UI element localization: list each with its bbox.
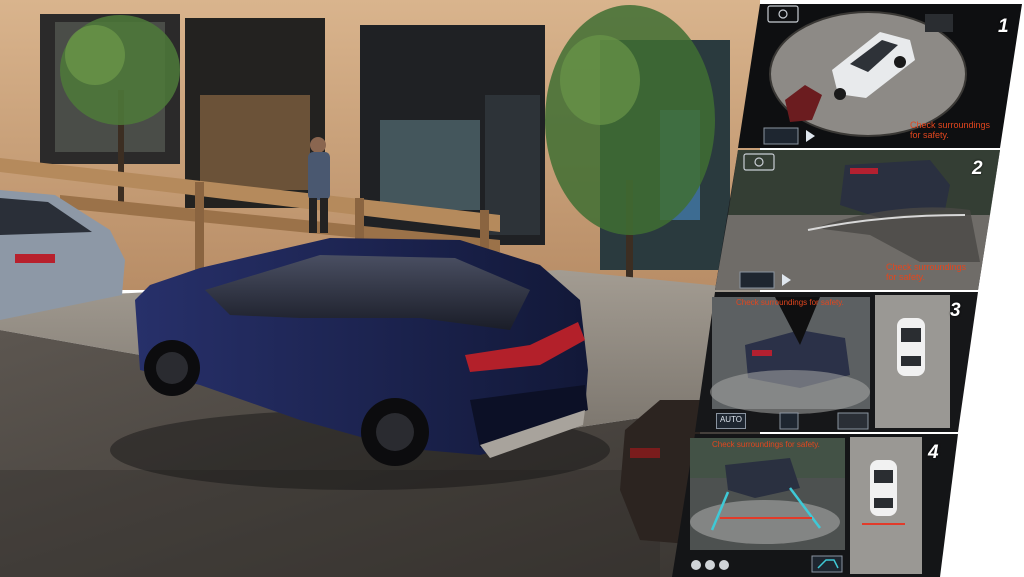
panel1-warning: Check surroundings for safety. xyxy=(910,120,990,140)
auto-button[interactable]: AUTO xyxy=(716,413,746,429)
sensor-icon-2[interactable] xyxy=(719,560,729,570)
panel1-warning-line1: Check surroundings xyxy=(910,120,991,130)
panel-number-3: 3 xyxy=(950,300,961,321)
car-top-icon xyxy=(897,318,925,376)
photo-scene xyxy=(0,0,1022,577)
panel3-warning: Check surroundings for safety. xyxy=(736,298,844,307)
camera-panel-3 xyxy=(695,292,978,432)
info-icon[interactable] xyxy=(691,560,701,570)
panel-number-4: 4 xyxy=(928,442,939,463)
car-view-toggle[interactable] xyxy=(779,412,799,430)
bird-eye-icon[interactable] xyxy=(811,555,843,573)
panel1-warning-line2: for safety. xyxy=(910,130,949,140)
door xyxy=(485,95,540,235)
panel2-warning: Check surroundings for safety. xyxy=(886,262,966,282)
panel-number-1: 1 xyxy=(998,16,1009,37)
view-toggle-button[interactable] xyxy=(837,412,869,430)
blue-suv xyxy=(110,238,610,490)
composite-image: 1 2 3 4 Check surroundings for safety. C… xyxy=(0,0,1024,577)
panel4-warning: Check surroundings for safety. xyxy=(712,440,820,449)
panel2-warning-line1: Check surroundings xyxy=(886,262,967,272)
panel2-warning-line2: for safety. xyxy=(886,272,925,282)
sensor-icon[interactable] xyxy=(705,560,715,570)
camera-panel-4 xyxy=(672,434,958,577)
panel-number-2: 2 xyxy=(972,158,983,179)
